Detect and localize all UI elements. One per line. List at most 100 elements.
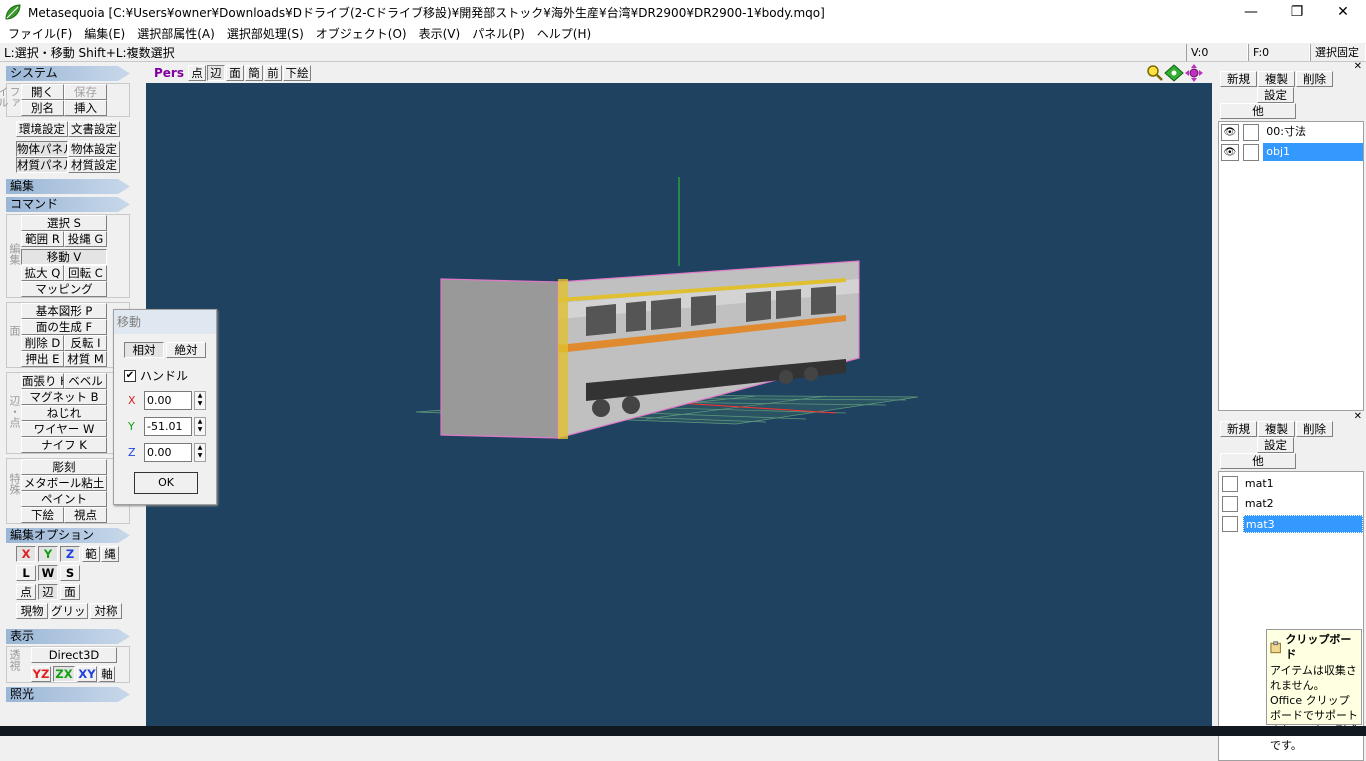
symmetry-toggle[interactable]: 対称 xyxy=(90,603,122,619)
system-header[interactable]: システム xyxy=(6,66,130,81)
view-simple-button[interactable]: 簡 xyxy=(245,65,263,81)
open-button[interactable]: 開く xyxy=(21,84,64,100)
selection-lock-button[interactable]: 選択固定 xyxy=(1310,43,1366,61)
view-front-button[interactable]: 前 xyxy=(264,65,282,81)
screen-toggle[interactable]: S xyxy=(60,565,80,581)
material-panel-close-icon[interactable]: ✕ xyxy=(1354,411,1362,422)
view-underlay-button[interactable]: 下絵 xyxy=(283,65,311,81)
axis-z-toggle[interactable]: Z xyxy=(60,546,80,562)
rotate-button[interactable]: 回転 C xyxy=(64,265,107,281)
menu-panel[interactable]: パネル(P) xyxy=(466,25,531,42)
y-spinner[interactable]: ▲ ▼ xyxy=(194,417,206,436)
stretch-button[interactable]: 面張り H xyxy=(21,373,64,389)
lighting-header[interactable]: 照光 xyxy=(6,687,130,702)
object-delete-button[interactable]: 削除 xyxy=(1296,71,1333,87)
visibility-eye-icon[interactable]: 👁 xyxy=(1221,123,1239,141)
primitive-button[interactable]: 基本図形 P xyxy=(21,303,107,319)
view-point-button[interactable]: 点 xyxy=(188,65,206,81)
lock-toggle[interactable] xyxy=(1242,143,1260,161)
relative-tab[interactable]: 相対 xyxy=(124,342,164,358)
extrude-button[interactable]: 押出 E xyxy=(21,351,64,367)
material-name[interactable]: mat2 xyxy=(1243,495,1363,513)
object-row[interactable]: 👁 obj1 xyxy=(1219,142,1363,162)
metaball-button[interactable]: メタボール粘土 xyxy=(21,475,107,491)
move-dialog-title[interactable]: 移動 xyxy=(114,310,216,334)
material-delete-button[interactable]: 削除 xyxy=(1296,421,1333,437)
material-row[interactable]: mat2 xyxy=(1219,494,1363,514)
edge-select-toggle[interactable]: 辺 xyxy=(38,584,58,600)
material-checkbox[interactable] xyxy=(1222,516,1238,532)
object-settings-button[interactable]: 設定 xyxy=(1257,87,1294,103)
close-button[interactable]: ✕ xyxy=(1320,0,1366,24)
delete-button[interactable]: 削除 D xyxy=(21,335,64,351)
object-settings-button[interactable]: 物体設定 xyxy=(68,141,120,157)
menu-view[interactable]: 表示(V) xyxy=(413,25,467,42)
material-settings-button[interactable]: 設定 xyxy=(1257,437,1294,453)
rotate-view-icon[interactable] xyxy=(1184,64,1204,82)
3d-viewport[interactable] xyxy=(146,83,1212,726)
lasso-button[interactable]: 投縄 G xyxy=(64,231,107,247)
grid-toggle[interactable]: グリッド xyxy=(50,603,88,619)
yz-view-button[interactable]: YZ xyxy=(31,666,51,682)
select-button[interactable]: 選択 S xyxy=(21,215,107,231)
menu-selection-process[interactable]: 選択部処理(S) xyxy=(221,25,310,42)
object-other-button[interactable]: 他 xyxy=(1220,103,1296,119)
rope-option-toggle[interactable]: 縄 xyxy=(101,546,119,562)
underlay-button[interactable]: 下絵 xyxy=(21,507,64,523)
object-copy-button[interactable]: 複製 xyxy=(1258,71,1295,87)
material-row[interactable]: mat1 xyxy=(1219,474,1363,494)
material-name[interactable]: mat1 xyxy=(1243,475,1363,493)
command-header[interactable]: コマンド xyxy=(6,197,130,212)
xy-view-button[interactable]: XY xyxy=(77,666,97,682)
axis-y-toggle[interactable]: Y xyxy=(38,546,58,562)
insert-button[interactable]: 挿入 xyxy=(64,100,107,116)
menu-edit[interactable]: 編集(E) xyxy=(78,25,131,42)
view-face-button[interactable]: 面 xyxy=(226,65,244,81)
menu-help[interactable]: ヘルプ(H) xyxy=(531,25,597,42)
doc-settings-button[interactable]: 文書設定 xyxy=(68,121,120,137)
face-generate-button[interactable]: 面の生成 F xyxy=(21,319,107,335)
object-name[interactable]: 00:寸法 xyxy=(1263,123,1363,141)
menu-object[interactable]: オブジェクト(O) xyxy=(310,25,413,42)
range-button[interactable]: 範囲 R xyxy=(21,231,64,247)
knife-button[interactable]: ナイフ K xyxy=(21,437,107,453)
paint-button[interactable]: ペイント xyxy=(21,491,107,507)
viewpoint-button[interactable]: 視点 xyxy=(64,507,107,523)
menu-file[interactable]: ファイル(F) xyxy=(2,25,78,42)
material-other-button[interactable]: 他 xyxy=(1220,453,1296,469)
material-new-button[interactable]: 新規 xyxy=(1220,421,1257,437)
face-select-toggle[interactable]: 面 xyxy=(60,584,80,600)
object-name-selected[interactable]: obj1 xyxy=(1263,143,1363,161)
display-header[interactable]: 表示 xyxy=(6,629,130,644)
zx-view-button[interactable]: ZX xyxy=(53,666,75,682)
material-name-selected[interactable]: mat3 xyxy=(1242,515,1363,533)
twist-button[interactable]: ねじれ xyxy=(21,405,107,421)
zoom-icon[interactable] xyxy=(1146,64,1164,82)
material-checkbox[interactable] xyxy=(1222,476,1238,492)
menu-selection-attr[interactable]: 選択部属性(A) xyxy=(131,25,221,42)
local-toggle[interactable]: L xyxy=(16,565,36,581)
z-input[interactable] xyxy=(144,443,192,462)
scale-button[interactable]: 拡大 Q xyxy=(21,265,64,281)
mapping-button[interactable]: マッピング xyxy=(21,281,107,297)
object-panel-close-icon[interactable]: ✕ xyxy=(1354,61,1362,72)
move-button[interactable]: 移動 V xyxy=(21,249,107,265)
magnet-button[interactable]: マグネット B xyxy=(21,389,107,405)
material-settings-button[interactable]: 材質設定 xyxy=(68,157,120,173)
sculpt-button[interactable]: 彫刻 xyxy=(21,459,107,475)
projection-mode[interactable]: Pers xyxy=(146,66,188,80)
axis-view-button[interactable]: 軸 xyxy=(99,666,115,682)
bevel-button[interactable]: ベベル xyxy=(64,373,107,389)
maximize-button[interactable]: ❐ xyxy=(1274,0,1320,24)
object-panel-button[interactable]: 物体パネル xyxy=(16,141,68,157)
ok-button[interactable]: OK xyxy=(134,472,198,494)
wire-button[interactable]: ワイヤー W xyxy=(21,421,107,437)
x-spinner[interactable]: ▲ ▼ xyxy=(194,391,206,410)
object-row[interactable]: 👁 00:寸法 xyxy=(1219,122,1363,142)
save-button[interactable]: 保存 xyxy=(64,84,107,100)
env-settings-button[interactable]: 環境設定 xyxy=(16,121,68,137)
save-as-button[interactable]: 別名 xyxy=(21,100,64,116)
visibility-eye-icon[interactable]: 👁 xyxy=(1221,143,1239,161)
x-input[interactable] xyxy=(144,391,192,410)
lock-toggle[interactable] xyxy=(1242,123,1260,141)
